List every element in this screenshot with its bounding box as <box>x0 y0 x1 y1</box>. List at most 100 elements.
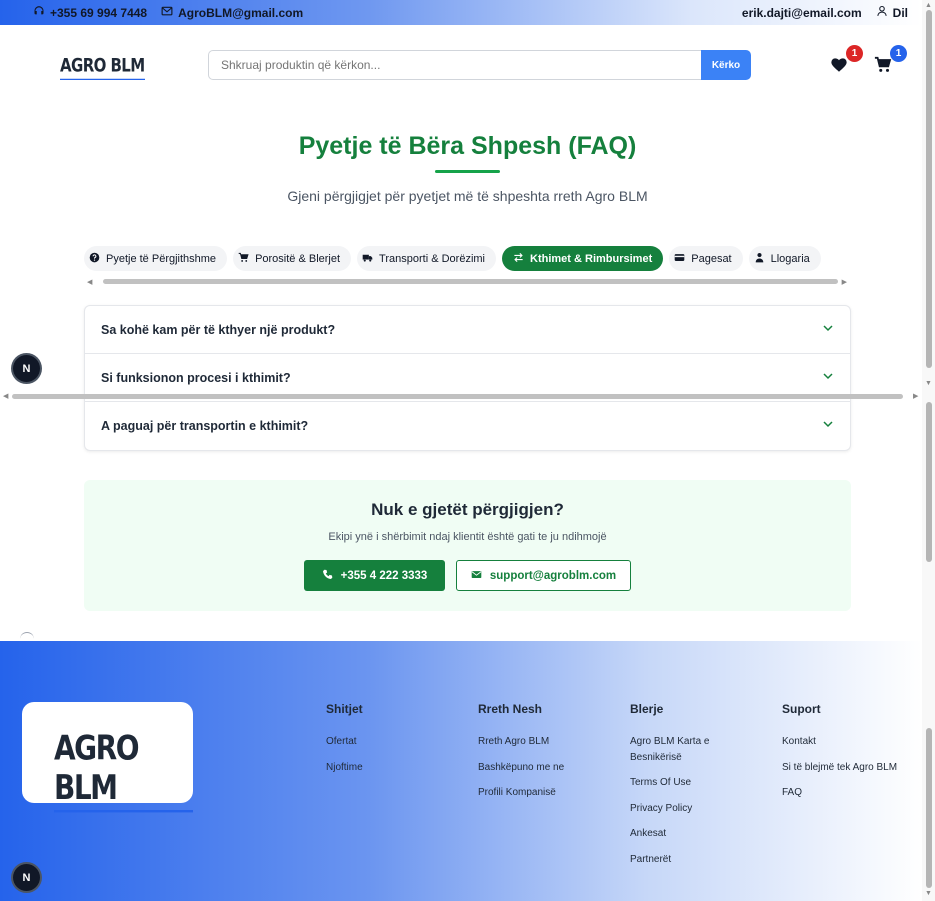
search-button[interactable]: Kërko <box>701 50 751 80</box>
scroll-up-arrow-icon[interactable]: ▲ <box>925 2 932 9</box>
footer-column-title: Blerje <box>630 702 664 716</box>
logout-text: Dil <box>892 5 908 20</box>
headset-icon <box>33 5 45 20</box>
tab-returns[interactable]: Kthimet & Rimbursimet <box>502 246 664 271</box>
help-subtitle: Ekipi ynë i shërbimit ndaj klientit ësht… <box>328 531 607 543</box>
footer-column-shitjet: Shitjet Ofertat Njoftime <box>326 702 466 785</box>
search-bar: Kërko <box>208 50 751 80</box>
tab-orders[interactable]: Porositë & Blerjet <box>233 246 352 271</box>
scroll-left-arrow-icon[interactable]: ◀ <box>87 278 92 286</box>
search-input[interactable] <box>208 50 701 80</box>
faq-question-text: Si funksionon procesi i kthimit? <box>101 370 291 385</box>
tabs-scrollbar[interactable]: ◀ ▶ <box>84 277 850 286</box>
footer: AGRO BLM Shitjet Ofertat Njoftime Rreth … <box>0 641 922 901</box>
scroll-down-arrow-icon[interactable]: ▼ <box>925 380 932 387</box>
support-email-text: support@agroblm.com <box>489 569 617 582</box>
tab-payments[interactable]: Pagesat <box>669 246 743 271</box>
faq-question-text: A paguaj për transportin e kthimit? <box>101 419 309 433</box>
user-email-text: erik.dajti@email.com <box>741 5 862 20</box>
tab-label: Pagesat <box>691 252 732 265</box>
tab-label: Pyetje të Përgjithshme <box>106 252 217 265</box>
top-bar-email[interactable]: AgroBLM@gmail.com <box>161 5 303 20</box>
cart-count-badge: 1 <box>890 45 907 62</box>
faq-category-tabs: Pyetje të Përgjithshme Porositë & Blerje… <box>84 246 821 271</box>
page-horizontal-scrollbar-thumb[interactable] <box>12 394 903 399</box>
page-title: Pyetje të Bëra Shpesh (FAQ) <box>298 132 637 160</box>
user-icon <box>754 252 765 266</box>
tab-label: Porositë & Blerjet <box>255 252 341 265</box>
title-underline <box>435 170 500 173</box>
email-support-button[interactable]: support@agroblm.com <box>456 560 631 591</box>
header: AGRO BLM Kërko 1 1 <box>0 25 922 105</box>
wishlist-button[interactable]: 1 <box>830 45 863 78</box>
page-vertical-scrollbar[interactable]: ▲ ▼ ▼ <box>922 0 935 901</box>
chevron-down-icon <box>822 417 834 435</box>
support-phone-text: +355 4 222 3333 <box>340 569 428 582</box>
top-bar-phone[interactable]: +355 69 994 7448 <box>33 5 147 20</box>
envelope-icon <box>161 5 173 20</box>
cart-icon <box>874 56 892 78</box>
dev-tools-badge[interactable]: N <box>13 864 40 891</box>
scroll-right-arrow-icon[interactable]: ▶ <box>913 392 918 400</box>
footer-link[interactable]: Profili Kompanisë <box>478 785 618 801</box>
exchange-icon <box>513 252 524 266</box>
footer-column-blerje: Blerje Agro BLM Karta e Besnikërisë Term… <box>630 702 750 877</box>
top-bar: +355 69 994 7448 AgroBLM@gmail.com erik.… <box>0 0 922 25</box>
tab-shipping[interactable]: Transporti & Dorëzimi <box>357 246 496 271</box>
tabs-scrollbar-thumb[interactable] <box>103 279 838 284</box>
inner-scrollbar-thumb[interactable] <box>926 402 932 562</box>
scroll-left-arrow-icon[interactable]: ◀ <box>3 392 8 400</box>
scroll-right-arrow-icon[interactable]: ▶ <box>842 278 847 286</box>
footer-link[interactable]: Si të blejmë tek Agro BLM <box>782 760 917 776</box>
cart-button[interactable]: 1 <box>874 45 907 78</box>
help-title: Nuk e gjetët përgjigjen? <box>371 500 564 519</box>
faq-question[interactable]: A paguaj për transportin e kthimit? <box>85 402 850 450</box>
footer-link[interactable]: Bashkëpuno me ne <box>478 760 618 776</box>
footer-logo: AGRO BLM <box>54 728 193 813</box>
envelope-icon <box>471 569 482 583</box>
footer-column-title: Shitjet <box>326 702 363 716</box>
call-support-button[interactable]: +355 4 222 3333 <box>304 560 445 591</box>
tab-account[interactable]: Llogaria <box>748 246 821 271</box>
footer-column-suport: Suport Kontakt Si të blejmë tek Agro BLM… <box>782 702 917 811</box>
heart-icon <box>830 58 848 78</box>
footer-link[interactable]: Partnerët <box>630 852 750 868</box>
footer-link[interactable]: Agro BLM Karta e Besnikërisë <box>630 734 750 765</box>
chevron-down-icon <box>822 321 834 339</box>
faq-accordion: Sa kohë kam për të kthyer një produkt? S… <box>84 305 851 451</box>
page-subtitle: Gjeni përgjigjet për pyetjet më të shpes… <box>287 188 648 204</box>
top-bar-phone-text: +355 69 994 7448 <box>50 5 148 20</box>
vertical-scrollbar-thumb[interactable] <box>926 10 932 368</box>
wishlist-count-badge: 1 <box>846 45 863 62</box>
footer-column-title: Rreth Nesh <box>478 702 543 716</box>
phone-icon <box>322 569 333 583</box>
tab-label: Transporti & Dorëzimi <box>379 252 485 265</box>
footer-link[interactable]: Ofertat <box>326 734 466 750</box>
logout-link[interactable]: Dil <box>876 5 908 20</box>
top-bar-contacts: +355 69 994 7448 AgroBLM@gmail.com <box>33 5 317 20</box>
faq-question-text: Sa kohë kam për të kthyer një produkt? <box>101 322 336 337</box>
scroll-down-arrow-icon[interactable]: ▼ <box>925 890 932 897</box>
inner-scrollbar-thumb-lower[interactable] <box>926 728 932 888</box>
footer-column-rreth-nesh: Rreth Nesh Rreth Agro BLM Bashkëpuno me … <box>478 702 618 811</box>
footer-link[interactable]: FAQ <box>782 785 917 801</box>
footer-link[interactable]: Terms Of Use <box>630 775 750 791</box>
footer-column-title: Suport <box>782 702 821 716</box>
page-horizontal-scrollbar[interactable]: ◀ ▶ <box>0 391 922 403</box>
footer-link[interactable]: Rreth Agro BLM <box>478 734 618 750</box>
tab-label: Kthimet & Rimbursimet <box>530 252 653 265</box>
user-outline-icon <box>876 5 888 20</box>
top-bar-email-text: AgroBLM@gmail.com <box>178 5 304 20</box>
tab-label: Llogaria <box>770 252 810 265</box>
footer-link[interactable]: Privacy Policy <box>630 801 750 817</box>
header-logo[interactable]: AGRO BLM <box>60 54 145 80</box>
footer-link[interactable]: Ankesat <box>630 826 750 842</box>
faq-question[interactable]: Sa kohë kam për të kthyer një produkt? <box>85 306 850 354</box>
dev-tools-badge[interactable]: N <box>13 355 40 382</box>
footer-link[interactable]: Kontakt <box>782 734 917 750</box>
user-email[interactable]: erik.dajti@email.com <box>742 6 862 20</box>
footer-logo-card[interactable]: AGRO BLM <box>22 702 193 813</box>
truck-icon <box>362 252 373 266</box>
tab-general[interactable]: Pyetje të Përgjithshme <box>84 246 228 271</box>
footer-link[interactable]: Njoftime <box>326 760 466 776</box>
